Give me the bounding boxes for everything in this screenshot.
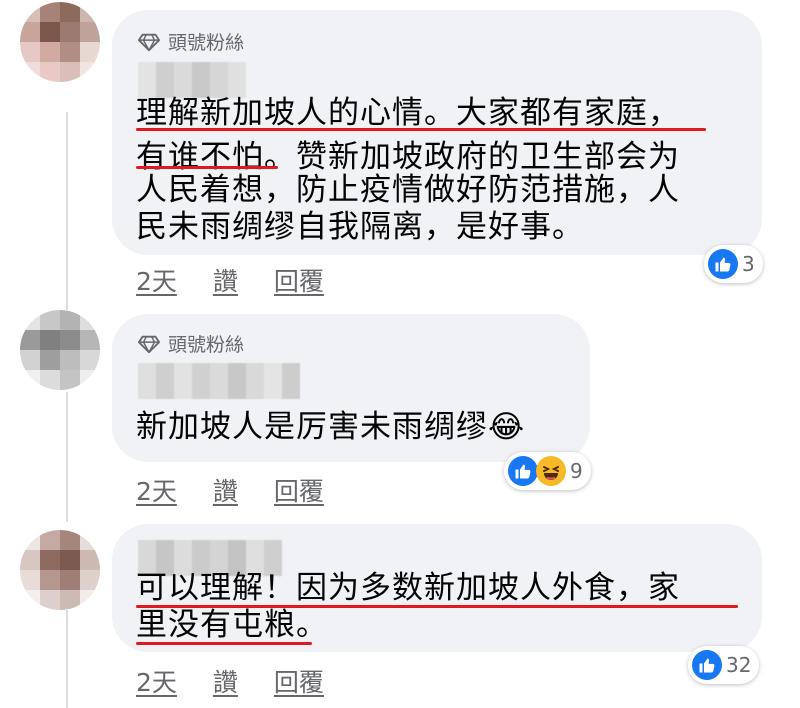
comment-actions: 2天 讚 回覆 — [136, 663, 360, 699]
top-fan-badge: 頭號粉絲 — [138, 330, 244, 357]
like-button[interactable]: 讚 — [213, 262, 238, 298]
reaction-count: 9 — [570, 459, 583, 483]
like-icon — [508, 456, 538, 486]
avatar[interactable] — [20, 530, 100, 610]
thread-line — [66, 610, 68, 708]
timestamp-link[interactable]: 2天 — [136, 262, 177, 298]
haha-icon — [536, 456, 566, 486]
top-fan-badge: 頭號粉絲 — [138, 28, 244, 55]
laughing-emoji-icon: 😂 — [488, 409, 526, 445]
highlight-underline — [136, 128, 706, 131]
comment-actions: 2天 讚 回覆 — [136, 472, 360, 508]
timestamp-link[interactable]: 2天 — [136, 663, 177, 699]
like-icon — [708, 249, 738, 279]
thread-line — [66, 392, 68, 522]
thread-line — [66, 112, 68, 310]
highlight-underline — [136, 642, 312, 645]
reply-button[interactable]: 回覆 — [274, 663, 324, 699]
highlight-underline — [136, 166, 278, 169]
comment-text-line: 民未雨绸缪自我隔离，是好事。 — [136, 209, 584, 245]
reaction-summary[interactable]: 3 — [704, 245, 763, 283]
reaction-count: 3 — [742, 252, 755, 276]
commenter-name[interactable] — [138, 363, 300, 399]
comment-text: 新加坡人是厉害未雨绸缪 — [136, 409, 488, 445]
comment-text-line: 新加坡人是厉害未雨绸缪😂 — [136, 405, 525, 449]
badge-label: 頭號粉絲 — [168, 32, 245, 54]
like-button[interactable]: 讚 — [213, 472, 238, 508]
like-button[interactable]: 讚 — [213, 663, 238, 699]
highlight-underline — [136, 605, 738, 608]
avatar[interactable] — [20, 310, 100, 390]
comment-actions: 2天 讚 回覆 — [136, 262, 360, 298]
reaction-summary[interactable]: 32 — [688, 646, 760, 684]
reaction-count: 32 — [726, 653, 752, 677]
avatar[interactable] — [20, 2, 100, 82]
reaction-summary[interactable]: 9 — [504, 452, 591, 490]
badge-label: 頭號粉絲 — [168, 334, 245, 356]
comment-text-line: 里没有屯粮。 — [136, 607, 328, 643]
like-icon — [692, 650, 722, 680]
diamond-icon — [138, 335, 160, 353]
diamond-icon — [138, 33, 160, 51]
reply-button[interactable]: 回覆 — [274, 472, 324, 508]
reply-button[interactable]: 回覆 — [274, 262, 324, 298]
timestamp-link[interactable]: 2天 — [136, 472, 177, 508]
